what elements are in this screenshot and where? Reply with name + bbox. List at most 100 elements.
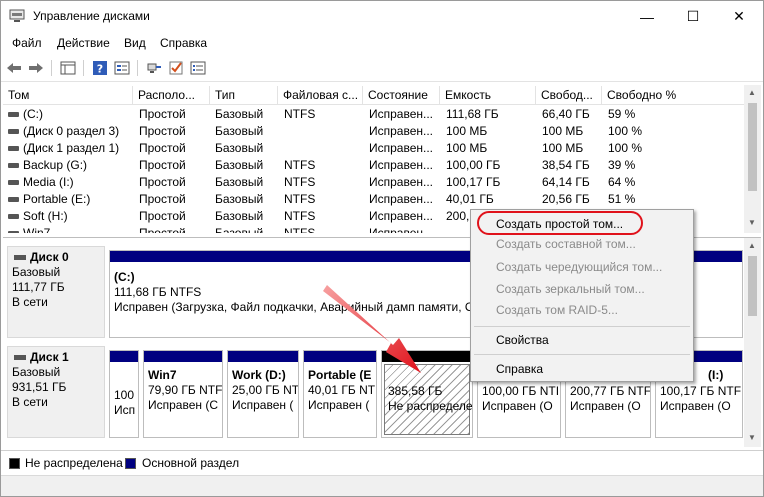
connect-icon[interactable] [145,59,163,77]
list-icon[interactable] [189,59,207,77]
column-header-filesystem[interactable]: Файловая с... [278,86,363,105]
table-cell: Простой [139,226,186,233]
table-cell: Простой [139,209,186,223]
disk-management-window: Управление дисками — ☐ ✕ Файл Действие В… [0,0,764,497]
table-row[interactable]: Backup (G:) Простой Базовый NTFS Исправен...… [3,157,745,174]
table-cell: NTFS [284,107,316,121]
column-header-status[interactable]: Состояние [363,86,440,105]
unallocated-space[interactable]: 385,58 ГБ Не распределе [381,350,473,438]
menu-item-create-raid5-volume[interactable]: Создать том RAID-5... [472,300,692,320]
menu-item-create-striped-volume[interactable]: Создать чередующийся том... [472,257,692,277]
table-cell: Простой [139,175,186,189]
volume-drive-icon [8,231,19,233]
table-cell: NTFS [284,226,316,233]
table-cell: Media (I:) [23,175,74,189]
scroll-down-icon[interactable]: ▼ [748,433,756,442]
column-header-type[interactable]: Тип [210,86,278,105]
table-cell: NTFS [284,175,316,189]
column-header-free-percent[interactable]: Свободно % [602,86,745,105]
partition-backup-status: Исправен (О [482,399,553,413]
menu-view[interactable]: Вид [124,36,146,50]
table-cell: 59 % [608,107,636,121]
table-row[interactable]: (Диск 1 раздел 1) Простой Базовый Исправен.… [3,140,745,157]
disk-view-scrollbar[interactable]: ▲ ▼ [744,238,761,447]
volume-drive-icon [8,214,19,219]
table-row[interactable]: (Диск 0 раздел 3) Простой Базовый Исправен.… [3,123,745,140]
table-row[interactable]: Portable (E:) Простой Базовый NTFS Исправен.… [3,191,745,208]
partition-work-d[interactable]: Work (D:) 25,00 ГБ NTF Исправен ( [227,350,299,438]
table-cell: 100 МБ [446,124,488,138]
disk-0-type: Базовый [12,265,61,279]
table-cell: 100,17 ГБ [446,175,501,189]
table-cell: (C:) [23,107,43,121]
maximize-button[interactable]: ☐ [670,1,716,32]
column-header-free-space[interactable]: Свобод... [536,86,602,105]
volume-list-scroll-thumb[interactable] [748,103,757,191]
partition-portable-status: Исправен ( [308,398,370,412]
status-bar [1,475,763,496]
partition-disk1-system-status: Исп [114,403,136,417]
close-button[interactable]: ✕ [716,1,762,32]
table-cell: 64,14 ГБ [542,175,590,189]
menu-item-properties[interactable]: Свойства [472,330,692,350]
scroll-down-icon[interactable]: ▼ [748,218,756,227]
table-cell: 39 % [608,158,636,172]
table-cell: 100 % [608,124,643,138]
volume-drive-icon [8,129,19,134]
table-cell: Простой [139,192,186,206]
table-cell: Простой [139,107,186,121]
check-icon[interactable] [167,59,185,77]
volume-drive-icon [8,146,19,151]
partition-work-status: Исправен ( [232,398,294,412]
table-cell: Исправен... [369,158,434,172]
disk-view-scroll-thumb[interactable] [748,256,757,316]
table-cell: NTFS [284,158,316,172]
column-header-volume[interactable]: Том [3,86,133,105]
partition-media-size: 100,17 ГБ NTF [660,384,742,398]
minimize-button[interactable]: — [624,1,670,32]
table-row[interactable]: (C:) Простой Базовый NTFS Исправен... 111,68 … [3,106,745,123]
legend-unallocated-label: Не распределена [25,456,123,470]
table-cell: Исправен... [369,209,434,223]
help-icon[interactable]: ? [91,59,109,77]
table-cell: (Диск 0 раздел 3) [23,124,120,138]
back-arrow-icon[interactable] [5,59,23,77]
menu-item-create-spanned-volume[interactable]: Создать составной том... [472,234,692,254]
menu-file[interactable]: Файл [12,36,42,50]
table-row[interactable]: Media (I:) Простой Базовый NTFS Исправен... 1… [3,174,745,191]
scroll-up-icon[interactable]: ▲ [748,88,756,97]
disk-1-status: В сети [12,395,48,409]
menu-item-create-mirrored-volume[interactable]: Создать зеркальный том... [472,279,692,299]
partition-backup-size: 100,00 ГБ NTI [482,384,560,398]
table-cell: 40,01 ГБ [446,192,494,206]
menu-action[interactable]: Действие [57,36,110,50]
table-cell: Win7 [23,226,51,233]
volume-list-scrollbar[interactable]: ▲ ▼ [744,85,761,233]
table-cell: Исправен... [369,175,434,189]
scroll-up-icon[interactable]: ▲ [748,241,756,250]
partition-win7[interactable]: Win7 79,90 ГБ NTF Исправен (С [143,350,223,438]
column-header-capacity[interactable]: Емкость [440,86,536,105]
disk-0-label[interactable]: Диск 0 Базовый 111,77 ГБ В сети [7,246,105,338]
partition-disk1-system-size: 100 [114,388,135,402]
partition-soft-status: Исправен (О [570,399,641,413]
table-cell: Исправен... [369,141,434,155]
partition-portable-e[interactable]: Portable (E 40,01 ГБ NTF Исправен ( [303,350,377,438]
column-header-layout[interactable]: Располо... [133,86,210,105]
table-cell: 111,68 ГБ [446,107,499,121]
menu-help[interactable]: Справка [160,36,207,50]
partition-portable-size: 40,01 ГБ NTF [308,383,377,397]
forward-arrow-icon[interactable] [27,59,45,77]
menu-bar: Файл Действие Вид Справка [1,32,763,54]
partition-disk1-system[interactable]: 100 Исп [109,350,139,438]
disk-1-type: Базовый [12,365,61,379]
unallocated-status: Не распределе [388,399,473,413]
disk-1-label[interactable]: Диск 1 Базовый 931,51 ГБ В сети [7,346,105,438]
partition-c-size: 111,68 ГБ NTFS [114,285,202,299]
console-tree-icon[interactable] [59,59,77,77]
properties-icon[interactable] [113,59,131,77]
window-title: Управление дисками [33,9,150,23]
table-cell: Простой [139,124,186,138]
disk-1-size: 931,51 ГБ [12,380,67,394]
menu-item-help[interactable]: Справка [472,359,692,379]
